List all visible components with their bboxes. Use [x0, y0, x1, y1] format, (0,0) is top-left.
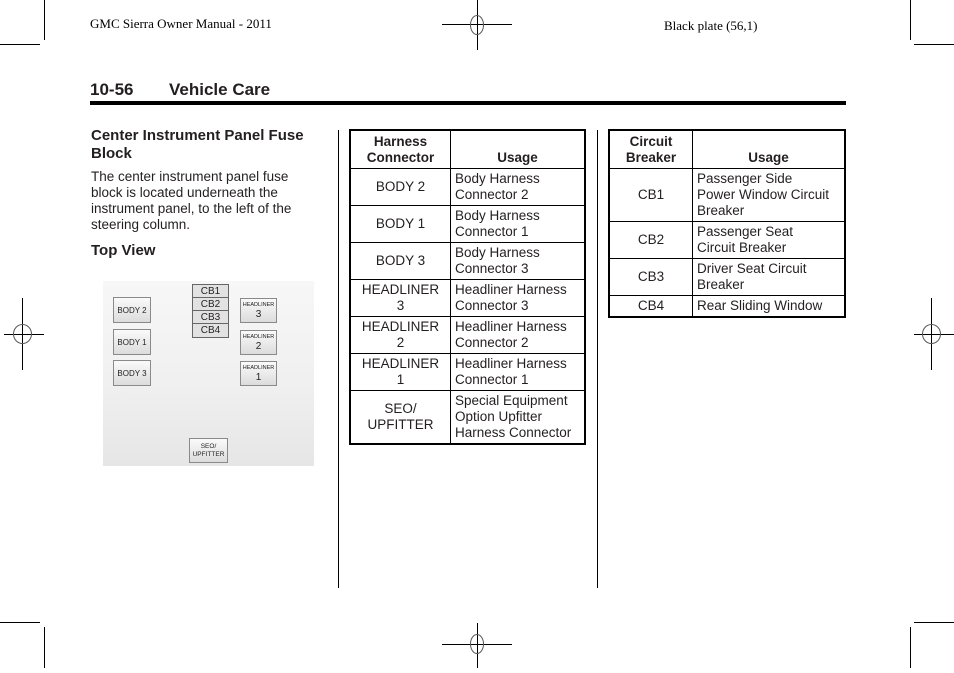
circuit-breaker-stack: CB1 CB2 CB3 CB4 — [192, 284, 229, 338]
circuit-breaker-table: Circuit Breaker Usage CB1 Passenger Side … — [608, 129, 846, 318]
cell-id: CB4 — [608, 295, 693, 318]
cell-id: HEADLINER 2 — [349, 316, 451, 354]
fuse-body-1: BODY 1 — [113, 329, 151, 355]
harness-connector-table: Harness Connector Usage BODY 2 Body Harne… — [349, 129, 586, 445]
crop-mark — [910, 627, 911, 668]
cell-id: SEO/ UPFITTER — [349, 390, 451, 445]
crop-mark — [44, 627, 45, 668]
section-heading: Center Instrument Panel Fuse Block — [91, 127, 304, 162]
table-row: CB3 Driver Seat Circuit Breaker — [608, 258, 846, 296]
crop-mark — [44, 0, 45, 40]
header-usage: Usage — [450, 129, 586, 169]
cell-usage: Rear Sliding Window — [692, 295, 846, 318]
cell-usage: Headliner Harness Connector 2 — [450, 316, 586, 354]
header-usage: Usage — [692, 129, 846, 169]
crop-mark — [910, 0, 911, 40]
table-header-row: Circuit Breaker Usage — [608, 129, 846, 169]
print-header-title: GMC Sierra Owner Manual - 2011 — [90, 16, 272, 31]
table-row: SEO/ UPFITTER Special Equipment Option Up… — [349, 390, 586, 445]
cell-id: HEADLINER 1 — [349, 353, 451, 391]
cb2-slot: CB2 — [193, 298, 228, 311]
table-row: CB2 Passenger Seat Circuit Breaker — [608, 221, 846, 259]
cell-usage: Body Harness Connector 2 — [450, 168, 586, 206]
column-divider — [338, 130, 339, 588]
table-row: HEADLINER 3 Headliner Harness Connector 3 — [349, 279, 586, 317]
table-row: BODY 3 Body Harness Connector 3 — [349, 242, 586, 280]
connector-seo-upfitter: SEO/ UPFITTER — [189, 438, 228, 463]
subheading-top-view: Top View — [91, 242, 156, 259]
cb3-slot: CB3 — [193, 311, 228, 324]
print-header-plate: Black plate (56,1) — [664, 18, 758, 33]
cell-id: CB2 — [608, 221, 693, 259]
cell-id: HEADLINER 3 — [349, 279, 451, 317]
cell-usage: Body Harness Connector 1 — [450, 205, 586, 243]
registration-mark-right — [914, 298, 954, 370]
fuse-body-2: BODY 2 — [113, 297, 151, 323]
fuse-block-diagram: BODY 2 BODY 1 BODY 3 CB1 CB2 CB3 CB4 HEA… — [103, 281, 314, 466]
table-row: BODY 1 Body Harness Connector 1 — [349, 205, 586, 243]
table-row: BODY 2 Body Harness Connector 2 — [349, 168, 586, 206]
registration-mark-bottom — [442, 623, 512, 673]
fuse-headliner-2: HEADLINER 2 — [240, 330, 277, 355]
cb4-slot: CB4 — [193, 324, 228, 337]
cell-usage: Headliner Harness Connector 3 — [450, 279, 586, 317]
cell-usage: Special Equipment Option Upfitter Harnes… — [450, 390, 586, 445]
cell-id: BODY 3 — [349, 242, 451, 280]
fuse-body-3: BODY 3 — [113, 360, 151, 386]
page-number: 10-56 — [90, 80, 134, 99]
cell-id: BODY 2 — [349, 168, 451, 206]
cell-id: CB1 — [608, 168, 693, 222]
header-rule — [90, 101, 846, 105]
crop-mark — [0, 44, 40, 45]
cell-usage: Driver Seat Circuit Breaker — [692, 258, 846, 296]
cell-usage: Passenger Seat Circuit Breaker — [692, 221, 846, 259]
cell-id: BODY 1 — [349, 205, 451, 243]
cell-id: CB3 — [608, 258, 693, 296]
cell-usage: Headliner Harness Connector 1 — [450, 353, 586, 391]
crop-mark — [914, 622, 954, 623]
body-text: The center instrument panel fuse block i… — [91, 169, 292, 232]
cell-usage: Passenger Side Power Window Circuit Brea… — [692, 168, 846, 222]
cell-usage: Body Harness Connector 3 — [450, 242, 586, 280]
header-circuit-breaker: Circuit Breaker — [608, 129, 693, 169]
header-harness-connector: Harness Connector — [349, 129, 451, 169]
table-row: HEADLINER 1 Headliner Harness Connector 1 — [349, 353, 586, 391]
crop-mark — [0, 622, 40, 623]
column-divider — [597, 130, 598, 588]
fuse-headliner-1: HEADLINER 1 — [240, 361, 277, 386]
cb1-slot: CB1 — [193, 285, 228, 298]
table-header-row: Harness Connector Usage — [349, 129, 586, 169]
table-row: CB4 Rear Sliding Window — [608, 295, 846, 318]
registration-mark-left — [4, 298, 44, 370]
table-row: HEADLINER 2 Headliner Harness Connector 2 — [349, 316, 586, 354]
crop-mark — [914, 44, 954, 45]
table-row: CB1 Passenger Side Power Window Circuit B… — [608, 168, 846, 222]
registration-mark-top — [442, 0, 512, 50]
fuse-headliner-3: HEADLINER 3 — [240, 298, 277, 323]
page-header: 10-56 Vehicle Care — [90, 80, 270, 100]
section-title: Vehicle Care — [169, 80, 271, 99]
